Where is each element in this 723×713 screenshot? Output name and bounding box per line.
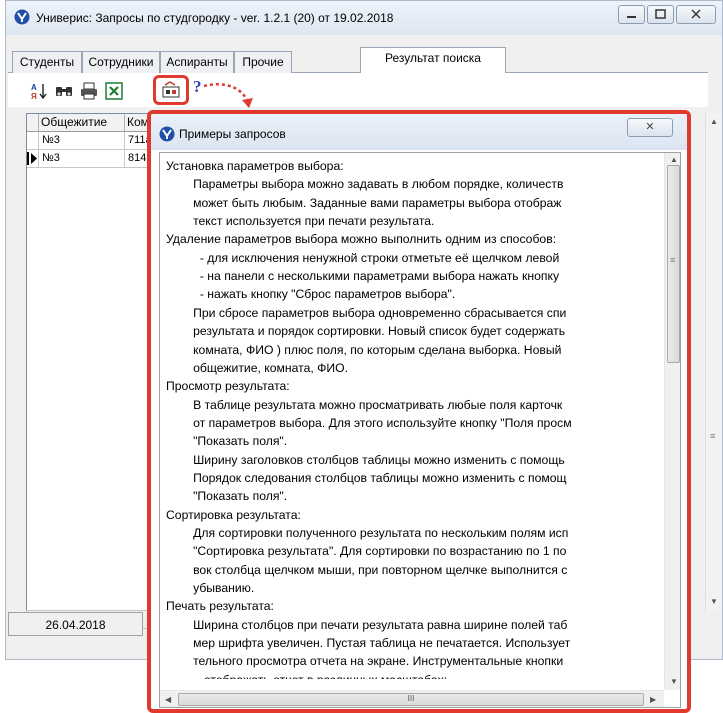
close-icon [691, 9, 701, 19]
query-examples-button[interactable] [153, 75, 189, 105]
help-text-line: "Показать поля". [166, 434, 288, 449]
help-text-line: - для исключения ненужной строки отметьт… [166, 250, 560, 265]
close-button[interactable] [676, 5, 716, 24]
dialog-titlebar[interactable]: Примеры запросов ✕ [151, 114, 687, 150]
help-text-line: текст используется при печати результата… [166, 214, 435, 229]
help-text-line: Удаление параметров выбора можно выполни… [166, 232, 557, 247]
help-text-line: тельного просмотра отчета на экране. Инс… [166, 654, 564, 669]
scroll-grip-icon: ≡ [710, 431, 716, 441]
help-text-line: общежитие, комната, ФИО. [166, 360, 349, 375]
help-text-line: от параметров выбора. Для этого использу… [166, 415, 572, 430]
binoculars-icon[interactable] [55, 82, 73, 100]
help-text-line: - на панели с несколькими параметрами вы… [166, 269, 560, 284]
help-text-line: Сортировка результата: [166, 507, 301, 522]
help-text-line: При сбросе параметров выбора одновременн… [166, 305, 567, 320]
scroll-grip-icon: ≡ [670, 255, 676, 265]
close-icon: ✕ [645, 121, 655, 133]
help-text-line: результата и порядок сортировки. Новый с… [166, 324, 566, 339]
help-text-line: убыванию. [166, 581, 255, 596]
maximize-button[interactable] [647, 5, 674, 24]
help-text-line: Просмотр результата: [166, 379, 290, 394]
help-text-line: мер шрифта увеличен. Пустая таблица не п… [166, 636, 571, 651]
help-text-line: "Показать поля". [166, 489, 288, 504]
grid-corner [27, 114, 39, 132]
help-text-line: Для сортировки полученного результата по… [166, 526, 569, 540]
sort-az-icon[interactable]: A Я [30, 82, 48, 100]
help-text-content: Установка параметров выбора: Параметры в… [166, 159, 664, 679]
help-text-memo[interactable]: Установка параметров выбора: Параметры в… [159, 152, 681, 708]
svg-text:A: A [31, 83, 37, 92]
row-indicator [27, 132, 39, 150]
dialog-title: Примеры запросов [179, 127, 286, 141]
tab-students[interactable]: Студенты [12, 51, 82, 73]
scroll-down-icon[interactable]: ▼ [670, 677, 678, 686]
help-text-line: может быть любым. Заданные вами параметр… [166, 195, 562, 210]
table-cell[interactable]: №3 [39, 132, 125, 150]
app-logo-icon [14, 9, 30, 25]
tab-search-result[interactable]: Результат поиска [360, 47, 506, 74]
minimize-icon [627, 16, 636, 18]
main-titlebar[interactable]: Универис: Запросы по студгородку - ver. … [6, 1, 722, 35]
query-examples-dialog: Примеры запросов ✕ Установка параметров … [147, 110, 691, 713]
grid-header-dormitory[interactable]: Общежитие [39, 114, 125, 132]
scroll-right-icon[interactable]: ▶ [650, 695, 656, 704]
help-text-line: Параметры выбора можно задавать в любом … [166, 177, 564, 192]
scroll-up-icon[interactable]: ▲ [670, 155, 678, 164]
help-text-line: - нажать кнопку "Сброс параметров выбора… [166, 287, 456, 302]
tab-other[interactable]: Прочие [234, 51, 292, 73]
dialog-close-button[interactable]: ✕ [627, 118, 673, 137]
tab-postgrads[interactable]: Аспиранты [160, 51, 234, 73]
help-text-line: комната, ФИО ) плюс поля, по которым сде… [166, 342, 562, 357]
help-text-line: Порядок следования столбцов таблицы можн… [166, 470, 567, 485]
help-text-line: вок столбца щелчком мыши, при повторном … [166, 562, 568, 577]
svg-text:Я: Я [31, 92, 37, 100]
scroll-up-icon[interactable]: ▲ [710, 117, 718, 126]
print-icon[interactable] [80, 82, 98, 100]
window-title: Универис: Запросы по студгородку - ver. … [36, 11, 394, 25]
main-vertical-scrollbar[interactable]: ▲ ≡ ▼ [705, 113, 722, 611]
help-text-line: В таблице результата можно просматривать… [166, 397, 563, 412]
help-text-line: Установка параметров выбора: [166, 159, 344, 173]
memo-vertical-scrollbar[interactable]: ▲ ≡ ▼ [664, 153, 680, 690]
pointer-arrow-icon [203, 83, 253, 108]
row-pointer-icon [27, 152, 37, 165]
help-text-line: Ширина столбцов при печати результата ра… [166, 617, 568, 632]
minimize-button[interactable] [618, 5, 645, 24]
current-row-indicator [27, 150, 39, 168]
help-text-line: - отображать отчет в различных масштабах… [166, 673, 447, 679]
excel-icon[interactable] [105, 82, 123, 100]
app-logo-icon [159, 126, 175, 142]
tab-employees[interactable]: Сотрудники [82, 51, 160, 73]
help-text-line: Печать результата: [166, 599, 274, 614]
query-examples-icon [162, 81, 180, 98]
scroll-left-icon[interactable]: ◀ [165, 695, 171, 704]
memo-horizontal-scrollbar[interactable]: ◀ III ▶ [160, 690, 664, 707]
maximize-icon [655, 9, 666, 19]
result-grid: Общежитие Ком №3 711а №3 814б [26, 113, 167, 611]
status-date: 26.04.2018 [8, 612, 143, 636]
scroll-down-icon[interactable]: ▼ [710, 597, 718, 606]
scroll-thumb[interactable]: III [178, 693, 644, 706]
table-cell[interactable]: №3 [39, 150, 125, 168]
help-text-line: "Сортировка результата". Для сортировки … [166, 544, 567, 559]
help-text-line: Ширину заголовков столбцов таблицы можно… [166, 452, 565, 467]
